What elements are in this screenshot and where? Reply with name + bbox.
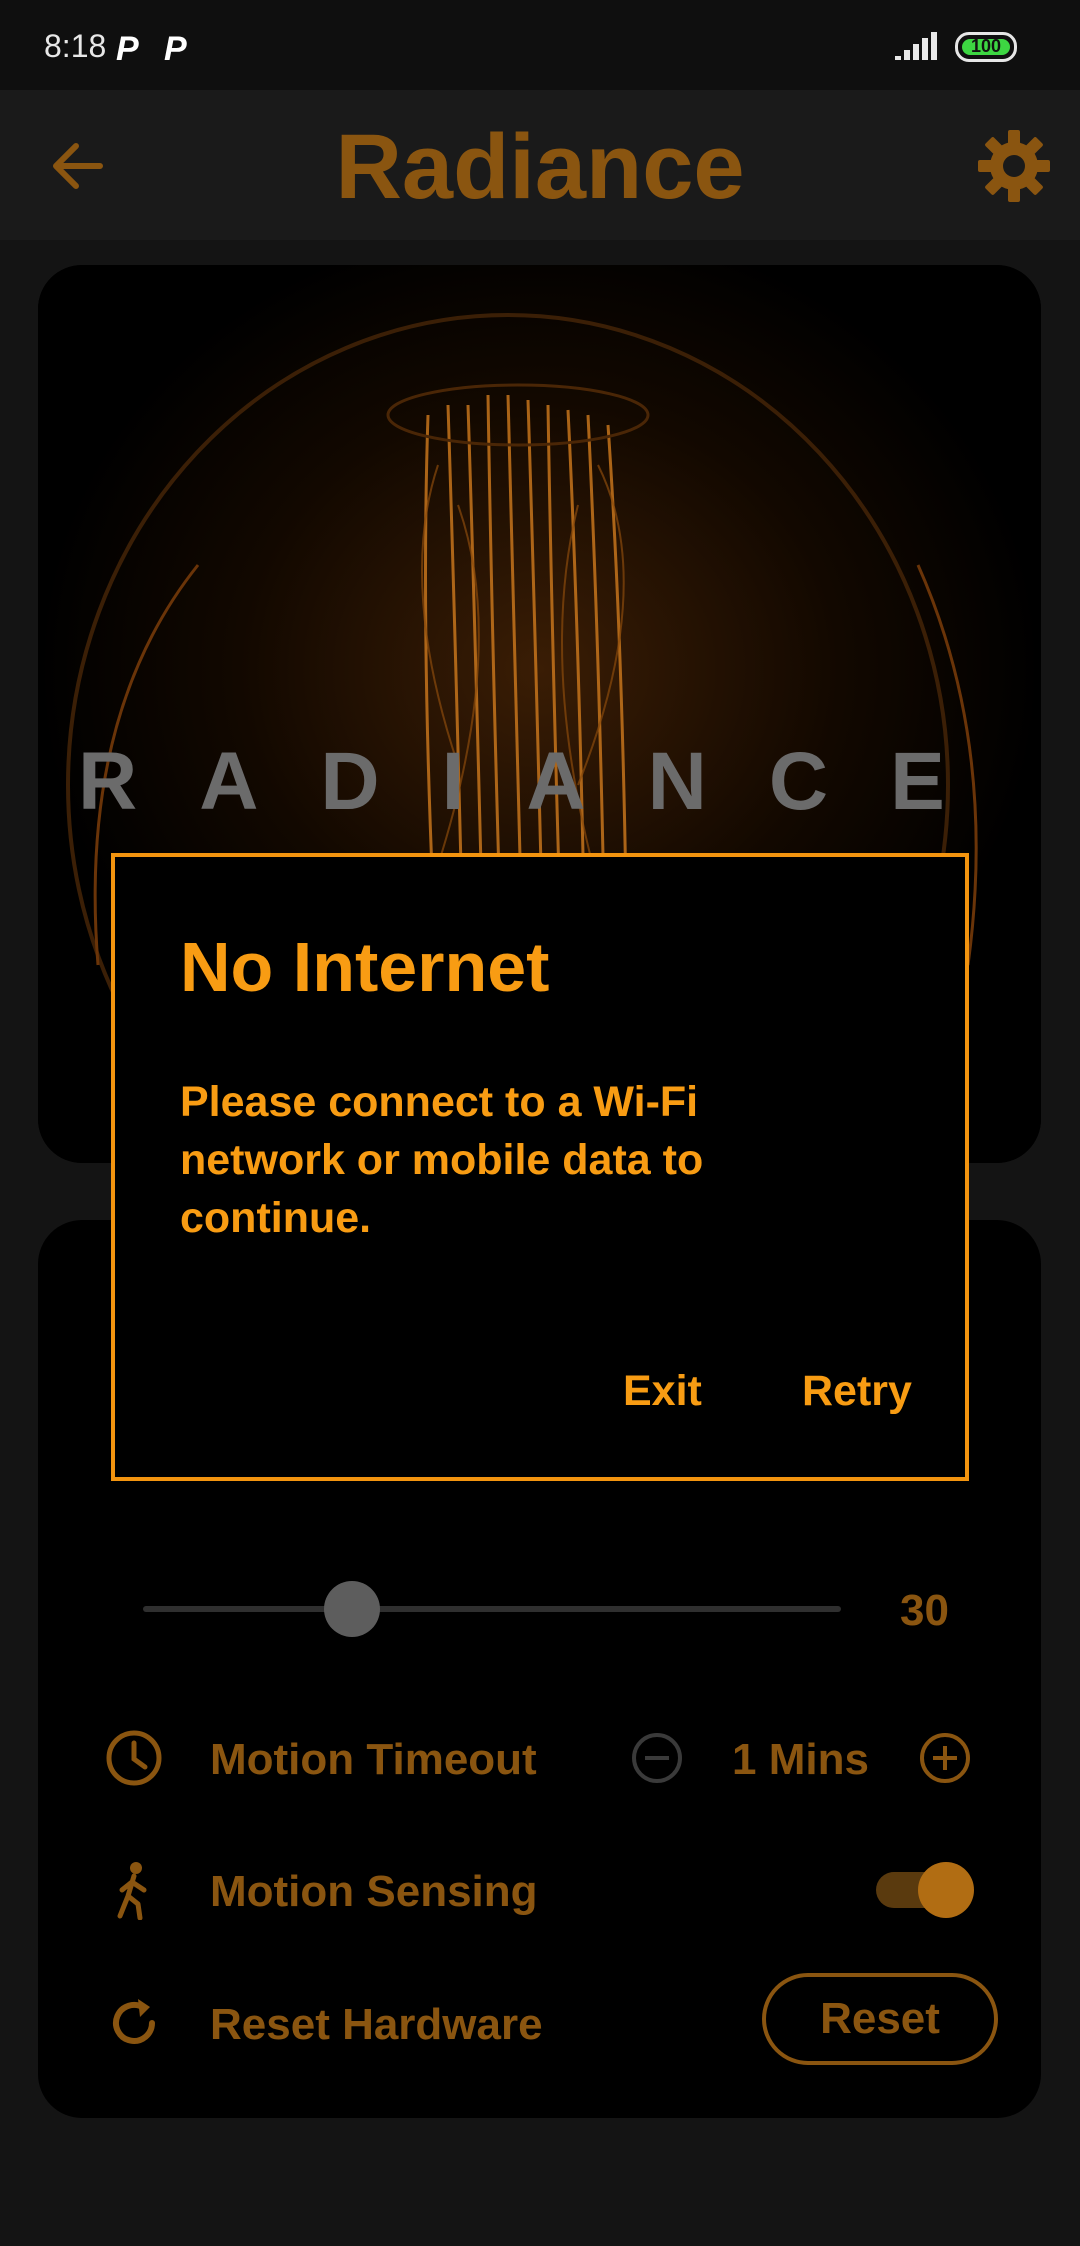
status-bar: 8:18 P P 100 bbox=[0, 0, 1080, 90]
motion-sensing-toggle-thumb[interactable] bbox=[918, 1862, 974, 1918]
reset-hardware-label: Reset Hardware bbox=[210, 2000, 543, 2049]
notification-p-icon: P bbox=[164, 30, 187, 68]
battery-icon: 100 bbox=[955, 32, 1017, 62]
refresh-icon bbox=[113, 1999, 155, 2044]
reset-button[interactable]: Reset bbox=[762, 1973, 998, 2065]
clock-icon bbox=[106, 1730, 162, 1786]
notification-p-icon: P bbox=[116, 30, 139, 68]
battery-level: 100 bbox=[970, 36, 1002, 56]
walking-person-icon bbox=[117, 1862, 147, 1920]
motion-timeout-label: Motion Timeout bbox=[210, 1735, 537, 1784]
dialog-message: Please connect to a Wi-Fi network or mob… bbox=[180, 1078, 704, 1242]
motion-timeout-value: 1 Mins bbox=[732, 1735, 869, 1784]
brightness-slider-thumb[interactable] bbox=[324, 1581, 380, 1637]
signal-icon bbox=[895, 32, 937, 60]
motion-sensing-label: Motion Sensing bbox=[210, 1867, 538, 1916]
hero-brand-word: RADIANCE bbox=[78, 736, 1007, 827]
brightness-value: 30 bbox=[900, 1586, 949, 1635]
status-time: 8:18 bbox=[44, 28, 107, 64]
dialog-title: No Internet bbox=[180, 928, 550, 1006]
settings-gear-icon[interactable] bbox=[976, 128, 1052, 204]
exit-button[interactable]: Exit bbox=[623, 1367, 702, 1416]
increase-timeout-icon[interactable] bbox=[918, 1731, 972, 1785]
no-internet-dialog: No Internet Please connect to a Wi-Fi ne… bbox=[111, 853, 969, 1481]
app-title: Radiance bbox=[335, 116, 745, 218]
decrease-timeout-icon[interactable] bbox=[630, 1731, 684, 1785]
retry-button[interactable]: Retry bbox=[802, 1367, 912, 1416]
brightness-slider-track[interactable] bbox=[143, 1606, 841, 1612]
app-bar: Radiance bbox=[0, 90, 1080, 240]
